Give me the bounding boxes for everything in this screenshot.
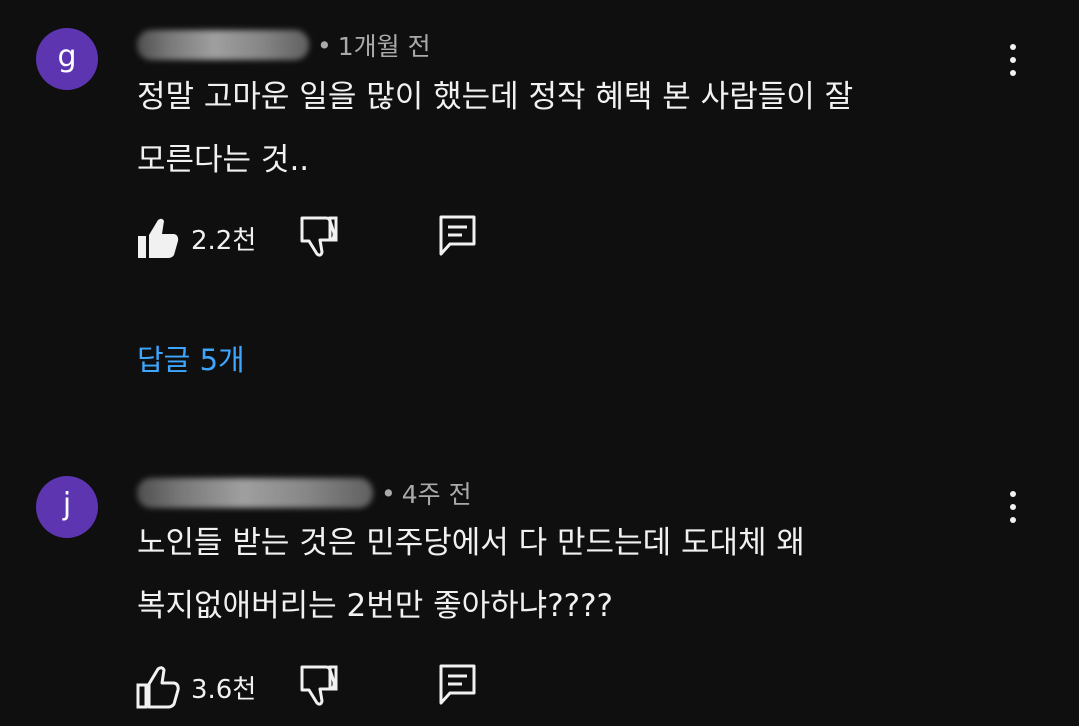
comment-meta: • 4주 전 [137,476,472,510]
comment-time[interactable]: 4주 전 [402,475,472,511]
meta-separator: • [317,30,332,60]
comment-text: 정말 고마운 일을 많이 했는데 정작 혜택 본 사람들이 잘 모른다는 것.. [137,79,854,178]
comment-time[interactable]: 1개월 전 [338,27,431,63]
reply-icon[interactable] [436,214,480,260]
comment: g • 1개월 전 정말 고마운 일을 많이 했는데 정작 혜택 본 사람들이 … [0,0,1079,420]
avatar[interactable]: g [36,28,98,90]
replies-button[interactable]: 답글 5개 [137,337,245,379]
reply-icon[interactable] [436,663,480,709]
like-count: 2.2천 [191,226,257,256]
avatar[interactable]: j [36,476,98,538]
like-count: 3.6천 [191,675,257,705]
more-vertical-icon[interactable] [998,40,1028,80]
comment: j • 4주 전 노인들 받는 것은 민주당에서 다 만드는데 도대체 왜 복지… [0,460,1079,726]
thumbs-down-icon[interactable] [296,214,340,260]
comment-text: 노인들 받는 것은 민주당에서 다 만드는데 도대체 왜 복지없애버리는 2번만… [137,525,805,624]
thumbs-down-icon[interactable] [296,663,340,709]
thumbs-up-icon[interactable] [136,214,180,260]
author-name-redacted[interactable] [137,30,309,60]
comment-actions: 2.2천 [136,214,496,260]
comment-actions: 3.6천 [136,663,496,709]
meta-separator: • [381,478,396,508]
thumbs-up-icon[interactable] [136,663,180,709]
author-name-redacted[interactable] [137,478,373,508]
comment-meta: • 1개월 전 [137,28,431,62]
more-vertical-icon[interactable] [998,487,1028,527]
